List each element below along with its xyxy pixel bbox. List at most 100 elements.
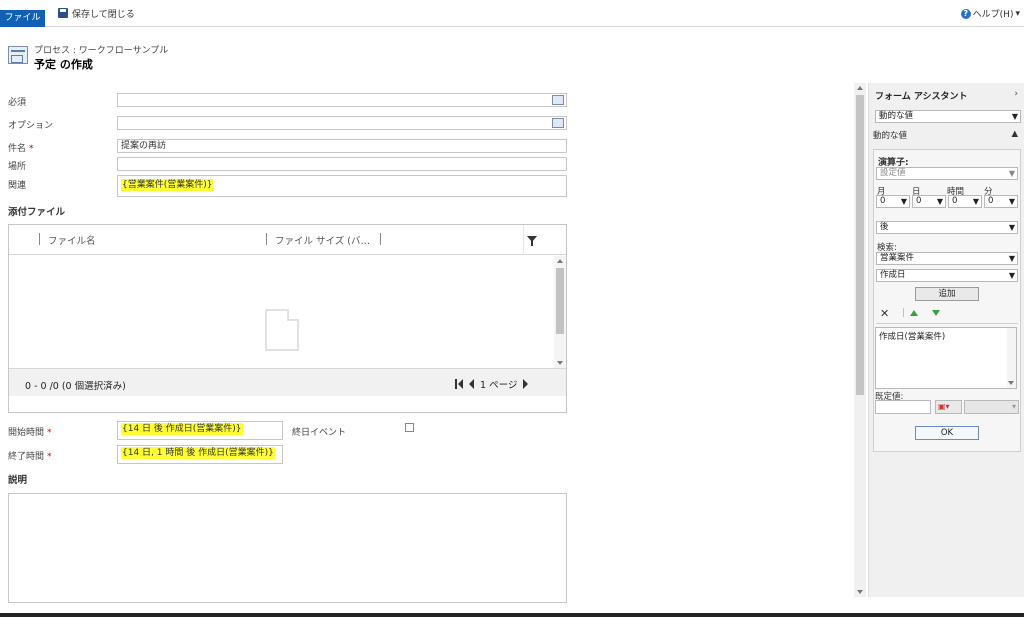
scroll-up-icon[interactable] bbox=[857, 86, 863, 90]
regarding-field[interactable]: {営業案件(営業案件)} bbox=[117, 175, 567, 197]
location-field[interactable] bbox=[117, 157, 567, 171]
end-field[interactable]: {14 日, 1 時間 後 作成日(営業案件)} bbox=[117, 445, 283, 464]
next-page-icon[interactable] bbox=[523, 379, 529, 389]
help-label: ヘルプ(H) bbox=[972, 10, 1014, 20]
collapse-icon[interactable]: ▲ bbox=[1011, 129, 1018, 139]
attachments-title: 添付ファイル bbox=[8, 207, 66, 218]
required-label: 必須 bbox=[8, 98, 27, 108]
delete-icon[interactable]: ✕ bbox=[880, 307, 889, 320]
minute-select[interactable]: 0 ▼ bbox=[984, 195, 1018, 208]
scroll-down-icon[interactable] bbox=[1008, 381, 1014, 385]
subject-label-text: 件名 bbox=[8, 144, 27, 154]
subject-label: 件名 * bbox=[8, 141, 34, 154]
process-icon bbox=[8, 46, 28, 64]
dynamic-value-select-text: 動的な値 bbox=[879, 111, 914, 121]
list-item[interactable]: 作成日(営業案件) bbox=[879, 332, 945, 342]
entity-select[interactable]: 営業案件 ▼ bbox=[876, 252, 1018, 265]
empty-document-icon bbox=[265, 309, 299, 351]
lookup-icon[interactable] bbox=[552, 118, 564, 128]
scroll-down-icon[interactable] bbox=[557, 361, 563, 365]
dropdown-arrow-icon: ▼ bbox=[900, 197, 907, 206]
filter-icon[interactable] bbox=[527, 236, 537, 246]
start-field[interactable]: {14 日 後 作成日(営業案件)} bbox=[117, 421, 283, 440]
dropdown-arrow-icon: ▼ bbox=[1008, 169, 1015, 178]
breadcrumb: プロセス : ワークフローサンプル bbox=[34, 46, 169, 56]
ok-button[interactable]: OK bbox=[915, 426, 979, 440]
chevron-right-icon[interactable]: › bbox=[1014, 89, 1018, 99]
operator-select[interactable]: 設定値 ▼ bbox=[876, 167, 1018, 180]
direction-select-text: 後 bbox=[880, 222, 889, 232]
save-close-label: 保存して閉じる bbox=[72, 9, 135, 20]
field-select[interactable]: 作成日 ▼ bbox=[876, 269, 1018, 282]
required-field[interactable] bbox=[117, 93, 567, 107]
help-icon: ? bbox=[960, 8, 971, 19]
start-value: {14 日 後 作成日(営業案件)} bbox=[121, 423, 243, 435]
dropdown-arrow-icon: ▼ bbox=[1011, 112, 1018, 121]
add-button[interactable]: 追加 bbox=[915, 287, 979, 301]
column-separator bbox=[266, 233, 267, 245]
month-value: 0 bbox=[880, 196, 886, 206]
hour-select[interactable]: 0 ▼ bbox=[948, 195, 982, 208]
dynamic-value-select[interactable]: 動的な値 ▼ bbox=[875, 110, 1021, 123]
column-header-filename[interactable]: ファイル名 bbox=[48, 233, 96, 247]
allday-label: 終日イベント bbox=[292, 428, 347, 438]
chevron-down-icon: ▾ bbox=[1015, 8, 1020, 19]
hour-value: 0 bbox=[952, 196, 958, 206]
entity-select-text: 営業案件 bbox=[880, 253, 915, 263]
lookup-icon[interactable] bbox=[552, 95, 564, 105]
default-value-disabled: ▾ bbox=[964, 400, 1019, 414]
record-count: 0 - 0 /0 (0 個選択済み) bbox=[25, 381, 126, 392]
move-up-icon[interactable] bbox=[910, 310, 918, 316]
first-page-icon[interactable] bbox=[455, 379, 463, 389]
file-tab[interactable]: ファイル bbox=[0, 10, 45, 27]
optional-field[interactable] bbox=[117, 116, 567, 130]
allday-checkbox[interactable] bbox=[405, 423, 414, 432]
description-textarea[interactable] bbox=[8, 493, 567, 603]
direction-select[interactable]: 後 ▼ bbox=[876, 221, 1018, 234]
page-title: 予定 の作成 bbox=[34, 58, 93, 71]
required-mark: * bbox=[29, 144, 34, 154]
dynamic-section-label: 動的な値 bbox=[873, 131, 908, 141]
optional-label: オプション bbox=[8, 121, 54, 131]
day-value: 0 bbox=[916, 196, 922, 206]
start-label-text: 開始時間 bbox=[8, 428, 45, 438]
scroll-thumb[interactable] bbox=[856, 95, 864, 395]
form-assistant-panel: フォーム アシスタント › 動的な値 ▼ 動的な値 ▲ 演算子: 設定値 ▼ 月 日… bbox=[868, 83, 1024, 597]
command-bar: ファイル 保存して閉じる ? ヘルプ(H) ▾ bbox=[0, 0, 1024, 27]
pager: 1 ページ bbox=[455, 377, 529, 391]
day-select[interactable]: 0 ▼ bbox=[912, 195, 946, 208]
month-select[interactable]: 0 ▼ bbox=[876, 195, 910, 208]
toolbar-divider: | bbox=[902, 308, 905, 318]
move-down-icon[interactable] bbox=[932, 310, 940, 316]
scroll-thumb[interactable] bbox=[556, 268, 564, 334]
end-value: {14 日, 1 時間 後 作成日(営業案件)} bbox=[121, 447, 275, 459]
list-scrollbar[interactable] bbox=[1007, 328, 1016, 388]
location-label: 場所 bbox=[8, 162, 27, 172]
default-type-picker[interactable]: ▣▾ bbox=[935, 400, 962, 414]
attachments-grid: ファイル名 ファイル サイズ (バ… 0 - 0 /0 (0 個選択済み) 1 … bbox=[8, 224, 567, 413]
expression-list[interactable]: 作成日(営業案件) bbox=[875, 327, 1017, 389]
minute-value: 0 bbox=[988, 196, 994, 206]
dropdown-arrow-icon: ▼ bbox=[1008, 254, 1015, 263]
subject-field[interactable]: 提案の再訪 bbox=[117, 139, 567, 153]
required-mark: * bbox=[47, 452, 52, 462]
dropdown-arrow-icon: ▼ bbox=[1008, 223, 1015, 232]
help-button[interactable]: ? ヘルプ(H) ▾ bbox=[960, 7, 1020, 20]
page-label: 1 ページ bbox=[480, 380, 518, 391]
save-close-button[interactable]: 保存して閉じる bbox=[58, 6, 135, 20]
dropdown-arrow-icon: ▾ bbox=[1011, 402, 1016, 411]
operator-select-text: 設定値 bbox=[880, 168, 906, 178]
form-scrollbar[interactable] bbox=[854, 83, 866, 597]
grid-header: ファイル名 ファイル サイズ (バ… bbox=[9, 225, 566, 255]
dropdown-arrow-icon: ▼ bbox=[1008, 197, 1015, 206]
regarding-label: 関連 bbox=[8, 181, 27, 191]
default-value-input[interactable] bbox=[875, 400, 931, 414]
picker-icon: ▣▾ bbox=[938, 402, 950, 411]
grid-scrollbar[interactable] bbox=[554, 256, 566, 368]
column-header-filesize[interactable]: ファイル サイズ (バ… bbox=[275, 233, 370, 247]
scroll-up-icon[interactable] bbox=[557, 259, 563, 263]
regarding-value: {営業案件(営業案件)} bbox=[121, 179, 214, 191]
previous-page-icon[interactable] bbox=[469, 379, 474, 389]
required-mark: * bbox=[47, 428, 52, 438]
scroll-down-icon[interactable] bbox=[857, 590, 863, 594]
